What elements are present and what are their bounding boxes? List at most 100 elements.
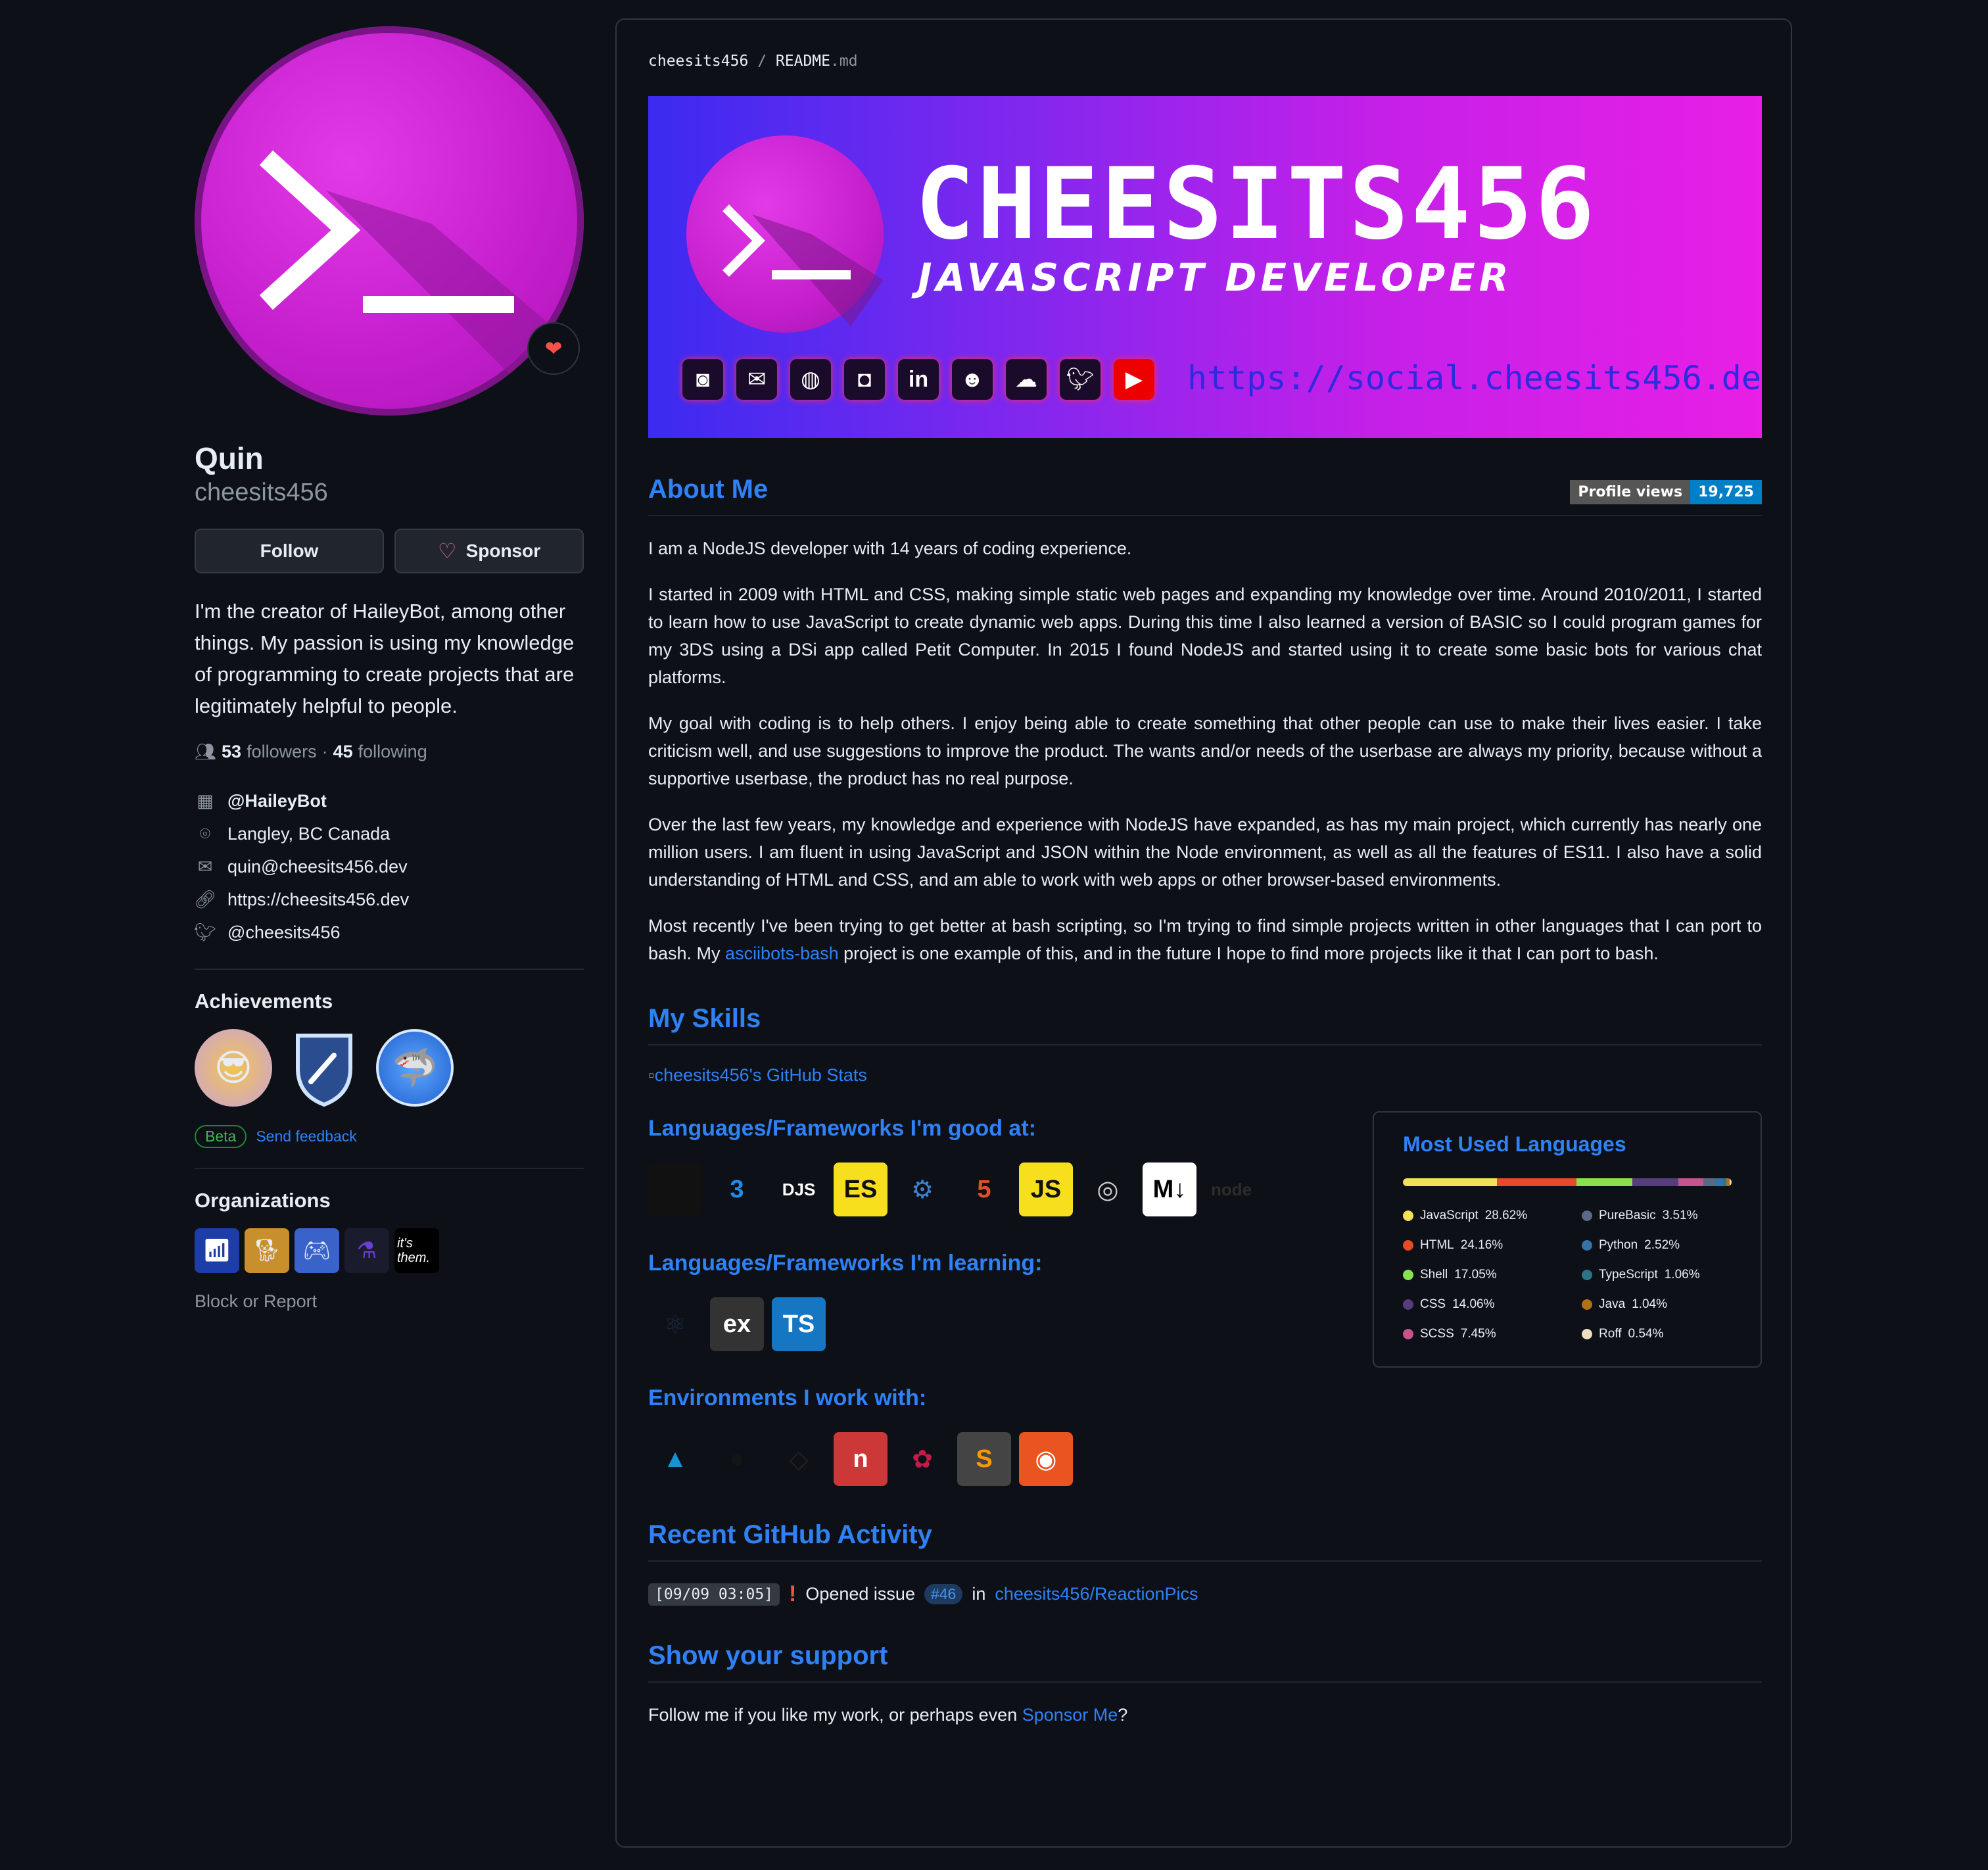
follow-button-label: Follow xyxy=(260,540,319,561)
support-paragraph: Follow me if you like my work, or perhap… xyxy=(648,1701,1762,1729)
email-item: ✉ quin@cheesits456.dev xyxy=(195,850,584,883)
sponsor-button[interactable]: ♡ Sponsor xyxy=(394,529,584,573)
achievements-list: 😎 🦈 xyxy=(195,1029,584,1107)
reddit-icon: ☻ xyxy=(952,359,993,400)
org-game-icon[interactable]: 🎮︎ xyxy=(295,1228,339,1273)
language-dot-icon xyxy=(1582,1211,1592,1221)
environment-tile-icon[interactable]: ▲ xyxy=(648,1432,702,1486)
soundcloud-icon: ☁ xyxy=(1006,359,1047,400)
asciibots-bash-link[interactable]: asciibots-bash xyxy=(725,944,839,963)
followers-count[interactable]: 53 xyxy=(222,742,241,762)
views-count: 19,725 xyxy=(1690,480,1762,504)
language-name: PureBasic xyxy=(1599,1209,1656,1222)
language-bar-segment xyxy=(1703,1178,1715,1186)
heart-outline-icon: ♡ xyxy=(437,539,457,563)
skills-heading: My Skills xyxy=(648,1004,1762,1045)
sponsor-me-link[interactable]: Sponsor Me xyxy=(1022,1705,1118,1725)
email-link[interactable]: quin@cheesits456.dev xyxy=(227,850,408,883)
avatar[interactable] xyxy=(195,26,584,416)
language-legend-item: TypeScript 1.06% xyxy=(1582,1268,1700,1282)
skill-tile-icon[interactable]: M↓ xyxy=(1143,1163,1196,1216)
languages-bar xyxy=(1403,1178,1732,1186)
environment-tile-icon[interactable]: ◇ xyxy=(772,1432,826,1486)
twitter-link[interactable]: @cheesits456 xyxy=(227,916,341,949)
environment-tile-icon[interactable]: n xyxy=(834,1432,888,1486)
sponsor-button-label: Sponsor xyxy=(465,540,541,561)
language-name: SCSS xyxy=(1420,1327,1454,1341)
achievement-badge-shark-icon[interactable]: 🦈 xyxy=(376,1029,454,1107)
skill-tile-icon[interactable]: 3 xyxy=(710,1163,764,1216)
skill-tile-icon[interactable]: DJS xyxy=(772,1163,826,1216)
company-link[interactable]: @HaileyBot xyxy=(227,784,327,817)
environment-tile-icon[interactable]: ● xyxy=(710,1432,764,1486)
languages-title: Most Used Languages xyxy=(1403,1132,1626,1156)
language-legend-item: CSS 14.06% xyxy=(1403,1297,1495,1312)
language-name: JavaScript xyxy=(1420,1209,1479,1222)
activity-heading: Recent GitHub Activity xyxy=(648,1520,1762,1562)
language-dot-icon xyxy=(1403,1211,1413,1221)
following-label[interactable]: following xyxy=(358,742,427,762)
language-percent: 7.45% xyxy=(1460,1327,1496,1341)
skill-tile-icon[interactable]: ◎ xyxy=(1081,1163,1135,1216)
language-bar-segment xyxy=(1632,1178,1679,1186)
website-link[interactable]: https://cheesits456.dev xyxy=(227,883,409,916)
learning-tile-icon[interactable]: ex xyxy=(710,1297,764,1351)
environment-tile-icon[interactable]: ◉ xyxy=(1019,1432,1073,1486)
issue-number-link[interactable]: #46 xyxy=(924,1584,963,1604)
status-heart-icon[interactable]: ❤ xyxy=(527,322,580,375)
achievements-title[interactable]: Achievements xyxy=(195,990,584,1013)
language-dot-icon xyxy=(1403,1240,1413,1251)
organizations-title: Organizations xyxy=(195,1189,331,1212)
skill-tile-icon[interactable]: JS xyxy=(1019,1163,1073,1216)
banner-subtitle: JAVASCRIPT DEVELOPER xyxy=(918,255,1513,300)
readme-content: cheesits456 / README.md CHEESITS456 JAVA… xyxy=(648,20,1762,1729)
banner-social-icons: ◙ ✉ ◍ ◘ in ☻ ☁ 🐦︎ ▶ xyxy=(682,359,1154,400)
about-paragraph-4: Over the last few years, my knowledge an… xyxy=(648,815,1762,890)
learning-tile-icon[interactable]: TS xyxy=(772,1297,826,1351)
support-section: Show your support Follow me if you like … xyxy=(648,1641,1762,1729)
skill-tile-icon[interactable]: ES xyxy=(834,1163,888,1216)
language-percent: 17.05% xyxy=(1454,1268,1497,1282)
activity-repo-link[interactable]: cheesits456/ReactionPics xyxy=(995,1584,1198,1604)
profile-details: ▦ @HaileyBot ⌾ Langley, BC Canada ✉ quin… xyxy=(194,784,584,949)
block-or-report-link[interactable]: Block or Report xyxy=(195,1291,584,1312)
skill-tile-icon[interactable]: node xyxy=(1204,1163,1258,1216)
follow-button[interactable]: Follow xyxy=(195,529,384,573)
github-stats-image[interactable]: ▫cheesits456's GitHub Stats xyxy=(648,1065,1762,1086)
github-stats-link[interactable]: cheesits456's GitHub Stats xyxy=(655,1065,867,1085)
support-text-b: ? xyxy=(1118,1705,1128,1725)
achievement-badge-yolo-icon[interactable]: 😎 xyxy=(195,1029,272,1107)
followers-label[interactable]: followers xyxy=(247,742,317,762)
profile-views-badge: Profile views 19,725 xyxy=(1570,480,1762,504)
skill-tile-icon[interactable]: 5 xyxy=(957,1163,1011,1216)
achievement-badge-shield-icon[interactable] xyxy=(285,1029,363,1107)
learning-tile-icon[interactable]: ⚛ xyxy=(648,1297,702,1351)
environment-tile-icon[interactable]: S xyxy=(957,1432,1011,1486)
org-wifi-icon[interactable]: 📶︎ xyxy=(195,1228,239,1273)
send-feedback-link[interactable]: Send feedback xyxy=(256,1128,356,1145)
p5-text-b: project is one example of this, and in t… xyxy=(838,944,1659,963)
org-flask-icon[interactable]: ⚗ xyxy=(344,1228,389,1273)
org-its-them-text: it's them. xyxy=(397,1236,431,1265)
breadcrumb-ext: .md xyxy=(830,53,858,70)
language-dot-icon xyxy=(1582,1240,1592,1251)
environment-tile-icon[interactable]: ✿ xyxy=(895,1432,949,1486)
website-item: 🔗︎ https://cheesits456.dev xyxy=(194,883,584,916)
org-doge-icon[interactable]: 🐕︎ xyxy=(245,1228,289,1273)
activity-in: in xyxy=(972,1584,986,1604)
org-its-them[interactable]: it's them. xyxy=(394,1228,439,1273)
skill-tile-icon[interactable]: ⚙ xyxy=(895,1163,949,1216)
breadcrumb-file[interactable]: README xyxy=(776,53,830,70)
about-paragraph-1: I am a NodeJS developer with 14 years of… xyxy=(648,539,1132,558)
skill-tile-icon[interactable] xyxy=(648,1163,702,1216)
language-dot-icon xyxy=(1582,1329,1592,1339)
language-dot-icon xyxy=(1403,1329,1413,1339)
profile-name: Quin xyxy=(195,441,264,475)
language-legend-item: JavaScript 28.62% xyxy=(1403,1209,1527,1223)
following-count[interactable]: 45 xyxy=(333,742,353,762)
profile-login: cheesits456 xyxy=(195,479,328,506)
language-percent: 2.52% xyxy=(1644,1238,1680,1252)
about-paragraph-5: Most recently I've been trying to get be… xyxy=(648,912,1762,967)
breadcrumb-owner[interactable]: cheesits456 xyxy=(648,53,748,70)
language-percent: 1.06% xyxy=(1664,1268,1700,1282)
